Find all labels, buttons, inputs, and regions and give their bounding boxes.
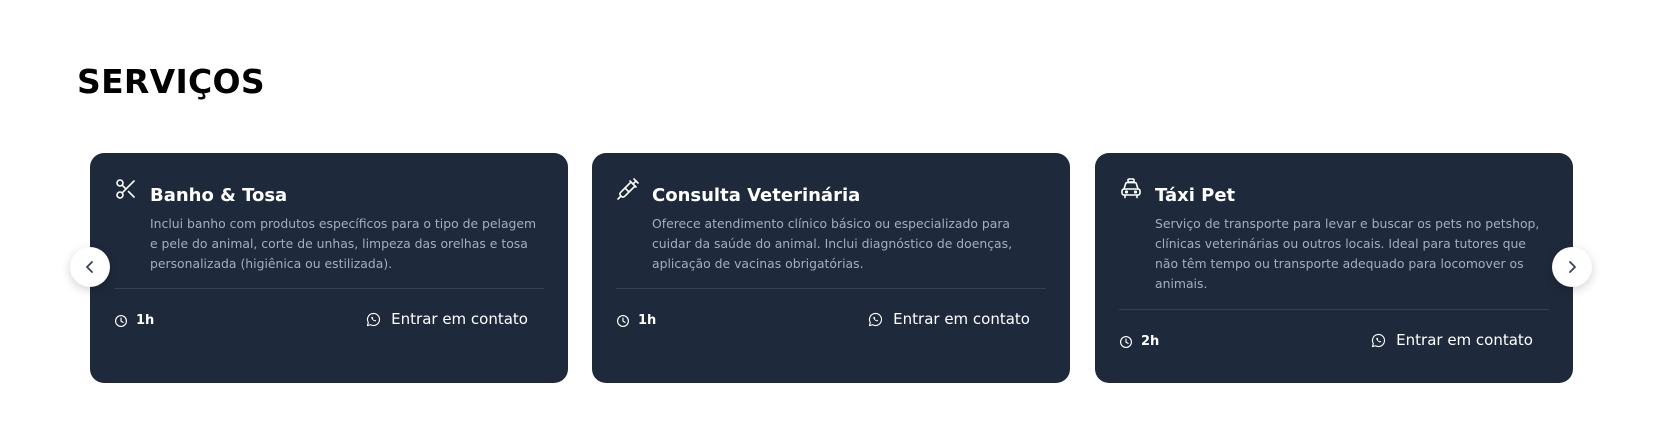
clock-icon [115, 314, 127, 327]
chevron-right-icon [1569, 261, 1576, 273]
card-description: Inclui banho com produtos específicos pa… [150, 216, 537, 271]
contact-button[interactable]: Entrar em contato [867, 310, 1030, 328]
clock-icon [617, 314, 629, 327]
scissors-icon [114, 177, 138, 201]
card-divider [616, 288, 1046, 289]
whatsapp-icon [1372, 333, 1386, 347]
duration: 2h [1119, 334, 1159, 349]
card-title: Táxi Pet [1155, 185, 1236, 206]
contact-label: Entrar em contato [391, 310, 528, 328]
card-footer: 2h Entrar em contato [1119, 331, 1533, 355]
taxi-icon [1119, 177, 1143, 201]
service-card-consulta-veterinaria: Consulta Veterinária Oferece atendimento… [592, 153, 1070, 383]
duration-text: 2h [1141, 334, 1160, 349]
syringe-icon [616, 177, 640, 201]
contact-button[interactable]: Entrar em contato [365, 310, 528, 328]
duration-text: 1h [638, 313, 657, 328]
card-title: Banho & Tosa [150, 185, 288, 206]
service-card-banho-tosa: Banho & Tosa Inclui banho com produtos e… [90, 153, 568, 383]
whatsapp-icon [367, 312, 381, 326]
contact-label: Entrar em contato [1396, 331, 1533, 349]
contact-button[interactable]: Entrar em contato [1370, 331, 1533, 349]
duration-text: 1h [136, 313, 155, 328]
duration: 1h [616, 313, 656, 328]
card-divider [114, 288, 544, 289]
duration: 1h [114, 313, 154, 328]
card-description: Serviço de transporte para levar e busca… [1155, 216, 1540, 291]
card-footer: 1h Entrar em contato [114, 310, 528, 334]
whatsapp-icon [869, 312, 883, 326]
chevron-left-icon [86, 261, 93, 273]
carousel-prev-button[interactable] [70, 247, 110, 287]
carousel-next-button[interactable] [1552, 247, 1592, 287]
card-title: Consulta Veterinária [652, 185, 861, 206]
service-card-taxi-pet: Táxi Pet Serviço de transporte para leva… [1095, 153, 1573, 383]
contact-label: Entrar em contato [893, 310, 1030, 328]
section-title: SERVIÇOS [77, 62, 265, 101]
card-footer: 1h Entrar em contato [616, 310, 1030, 334]
card-divider [1119, 309, 1549, 310]
services-carousel: Banho & Tosa Inclui banho com produtos e… [0, 153, 1662, 384]
card-description: Oferece atendimento clínico básico ou es… [652, 216, 1013, 271]
clock-icon [1120, 335, 1132, 348]
